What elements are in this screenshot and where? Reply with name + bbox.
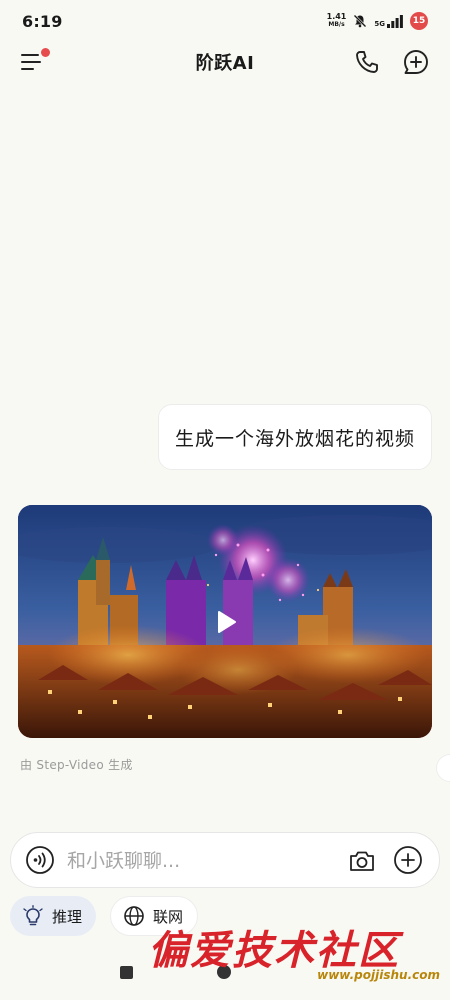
page-title: 阶跃AI — [195, 53, 255, 74]
recent-apps-button[interactable] — [120, 966, 133, 979]
video-credit: 由 Step-Video 生成 — [20, 758, 133, 772]
new-chat-button[interactable] — [402, 48, 430, 76]
side-panel-handle[interactable] — [436, 754, 450, 782]
voice-wave-icon — [26, 846, 54, 874]
net-speed-unit: MB/s — [328, 21, 345, 28]
battery-badge: 15 — [410, 12, 428, 30]
message-input[interactable] — [67, 845, 337, 877]
net-speed: 1.41 MB/s — [327, 13, 347, 29]
user-message-text: 生成一个海外放烟花的视频 — [174, 427, 415, 450]
camera-icon — [350, 851, 374, 871]
bell-muted-icon — [353, 14, 367, 28]
network-type: 5G — [374, 19, 385, 28]
notification-dot — [41, 48, 50, 57]
status-bar: 6:19 1.41 MB/s 5G 15 — [0, 0, 450, 42]
phone-icon — [356, 51, 378, 73]
watermark-url: www.pojjishu.com — [317, 968, 440, 982]
globe-icon — [124, 906, 144, 926]
user-message-bubble[interactable]: 生成一个海外放烟花的视频 — [157, 404, 432, 470]
watermark: 偏爱技术社区 www.pojjishu.com — [148, 918, 448, 988]
net-speed-value: 1.41 — [326, 12, 347, 21]
generated-video[interactable] — [18, 505, 432, 738]
app-header: 阶跃AI — [0, 42, 450, 82]
play-icon — [218, 610, 236, 633]
new-chat-icon — [404, 50, 428, 74]
voice-call-button[interactable] — [354, 49, 380, 75]
reasoning-toggle[interactable]: 推理 — [10, 896, 97, 936]
camera-button[interactable] — [347, 846, 377, 876]
plus-circle-icon — [394, 846, 422, 874]
status-icons: 1.41 MB/s 5G 15 — [327, 12, 428, 30]
menu-button[interactable] — [20, 48, 50, 76]
reasoning-label: 推理 — [52, 907, 83, 926]
chat-input-bar — [10, 832, 440, 888]
add-attachment-button[interactable] — [393, 845, 423, 875]
signal-icon: 5G — [374, 14, 403, 28]
voice-input-button[interactable] — [25, 845, 55, 875]
lightbulb-icon — [23, 905, 43, 926]
play-button[interactable] — [210, 607, 240, 637]
status-time: 6:19 — [22, 11, 63, 31]
